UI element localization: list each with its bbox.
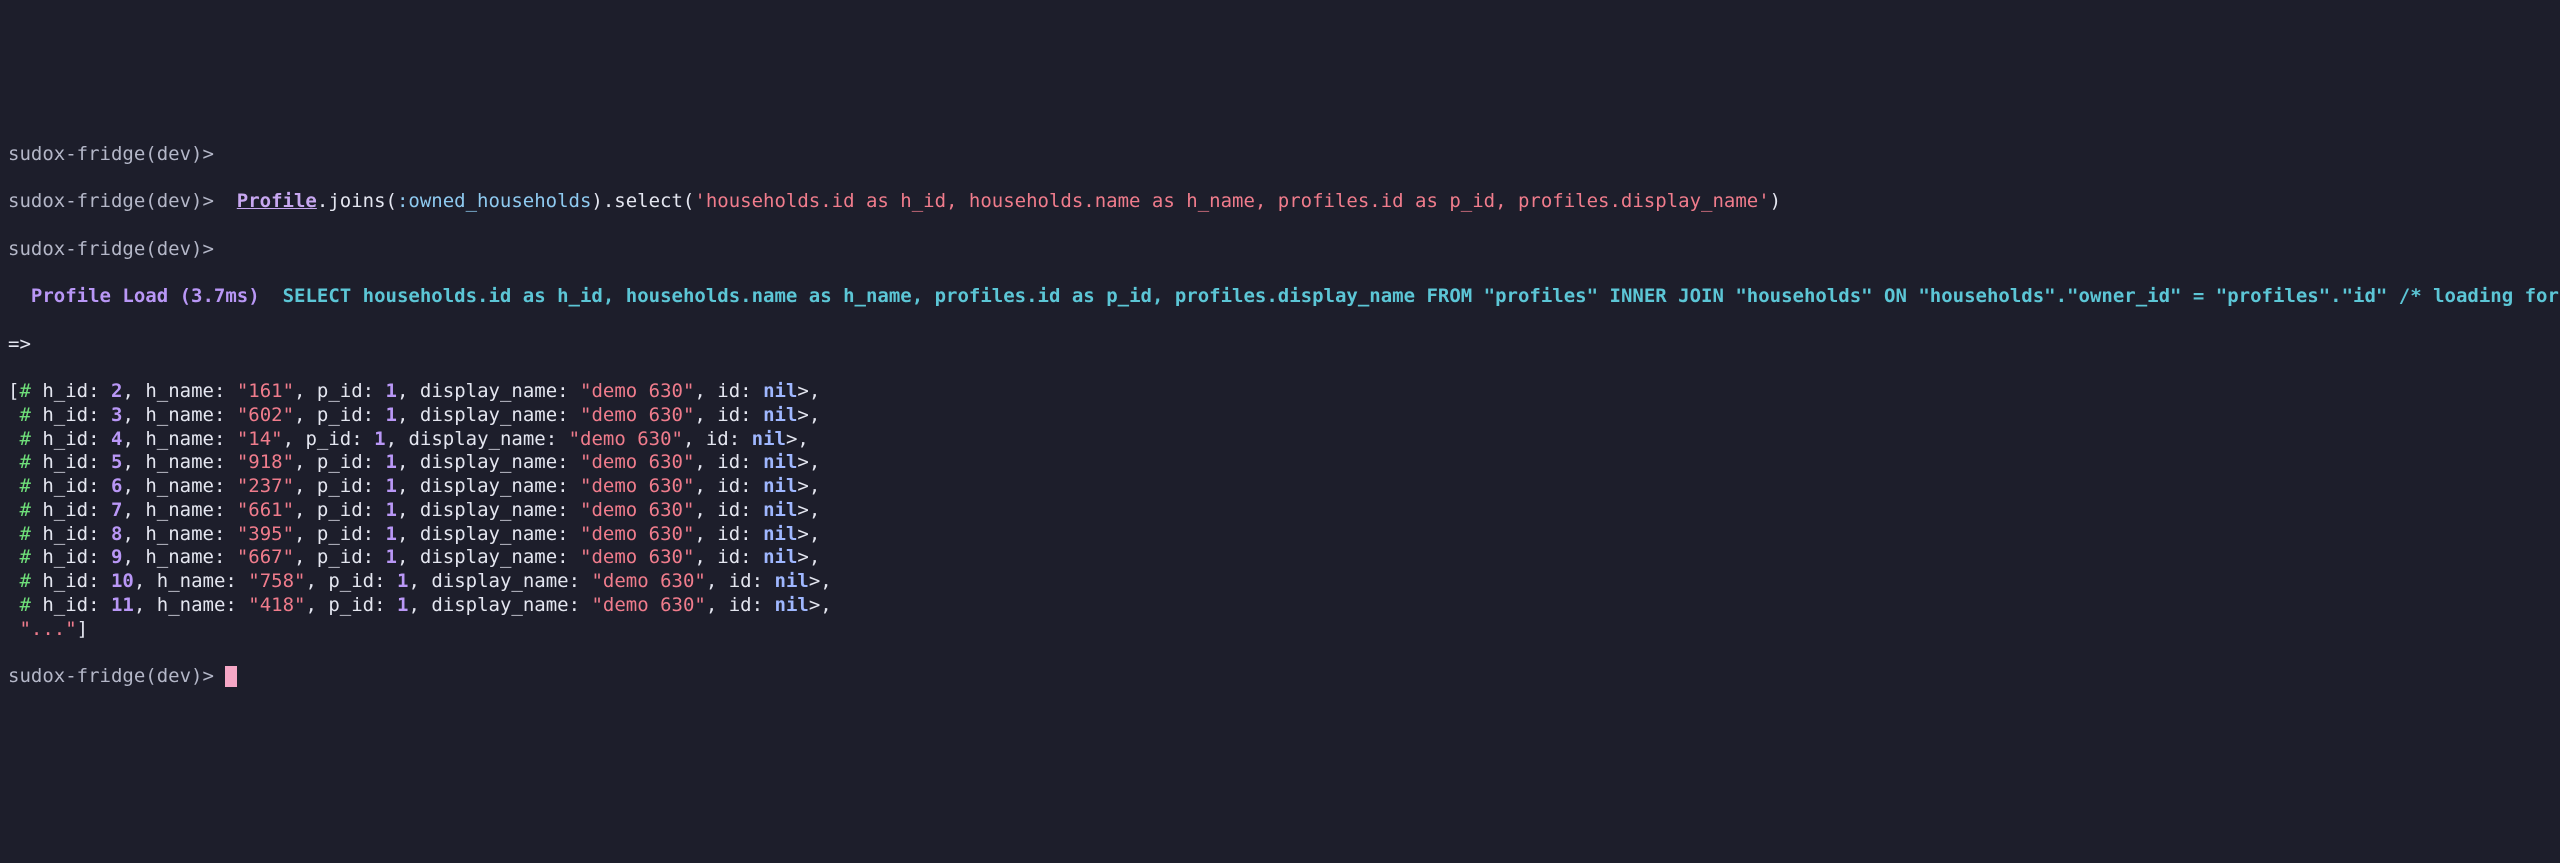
result-row: # h_id: 6, h_name: "237", p_id: 1, displ… [8, 475, 2552, 499]
result-row: # h_id: 10, h_name: "758", p_id: 1, disp… [8, 570, 2552, 594]
result-ellipsis: "..."] [8, 618, 2552, 642]
line-arrow: => [8, 333, 2552, 357]
result-row: [# h_id: 2, h_name: "161", p_id: 1, disp… [8, 380, 2552, 404]
cursor-icon [225, 666, 236, 687]
result-row: # h_id: 3, h_name: "602", p_id: 1, displ… [8, 404, 2552, 428]
line-prompt-empty-1: sudox-fridge(dev)> [8, 143, 2552, 167]
result-row: # h_id: 11, h_name: "418", p_id: 1, disp… [8, 594, 2552, 618]
line-prompt-empty-2: sudox-fridge(dev)> [8, 238, 2552, 262]
result-row: # h_id: 8, h_name: "395", p_id: 1, displ… [8, 523, 2552, 547]
terminal-output[interactable]: { "prompt": "sudox-fridge(dev)>", "input… [0, 48, 2560, 745]
result-array: [# h_id: 2, h_name: "161", p_id: 1, disp… [8, 380, 2552, 641]
result-row: # h_id: 5, h_name: "918", p_id: 1, displ… [8, 451, 2552, 475]
result-row: # h_id: 4, h_name: "14", p_id: 1, displa… [8, 428, 2552, 452]
result-row: # h_id: 9, h_name: "667", p_id: 1, displ… [8, 546, 2552, 570]
line-input: sudox-fridge(dev)> Profile.joins(:owned_… [8, 190, 2552, 214]
result-row: # h_id: 7, h_name: "661", p_id: 1, displ… [8, 499, 2552, 523]
line-sql: Profile Load (3.7ms) SELECT households.i… [8, 285, 2552, 309]
line-prompt-cursor[interactable]: sudox-fridge(dev)> [8, 665, 2552, 689]
